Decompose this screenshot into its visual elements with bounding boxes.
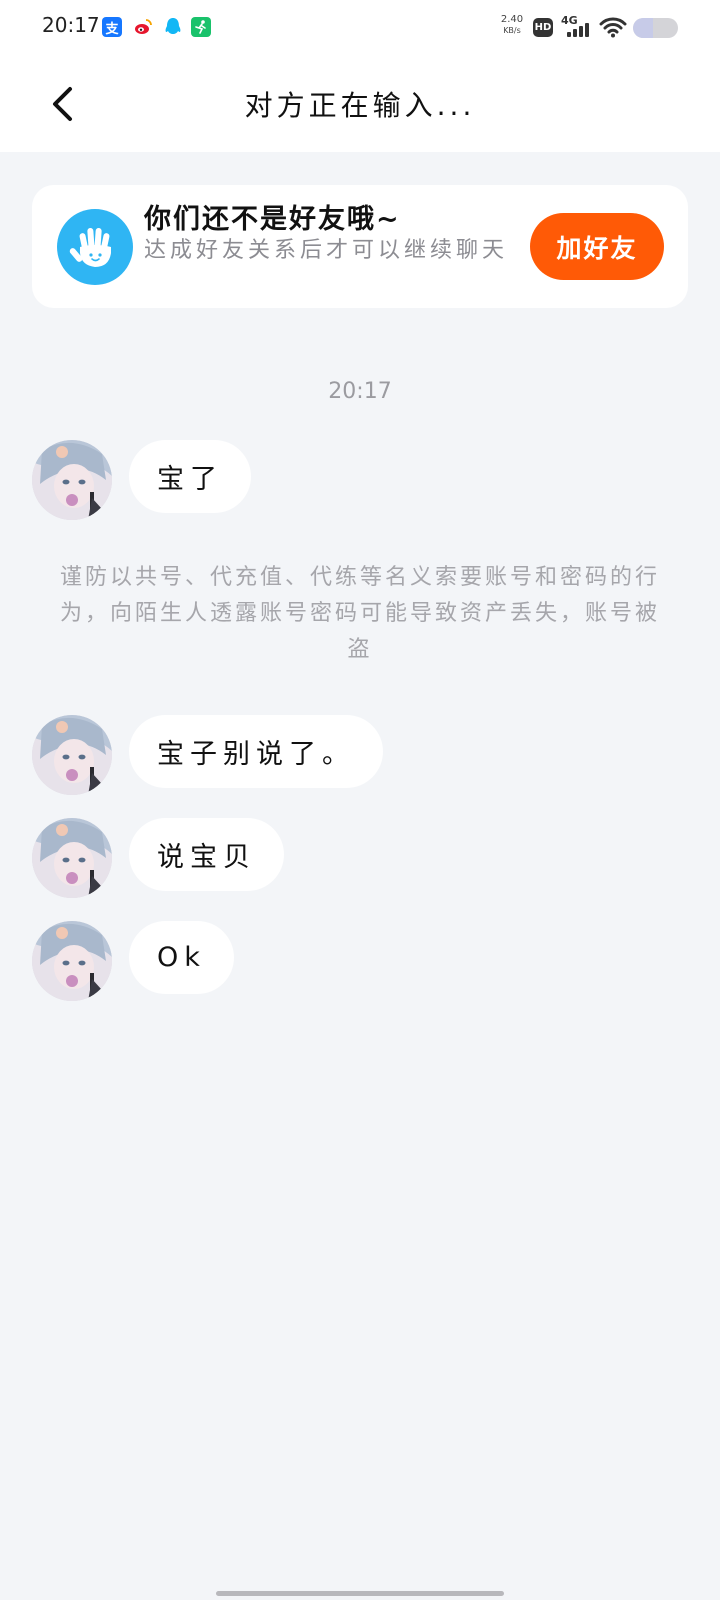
message-bubble[interactable]: 宝了 — [129, 440, 251, 513]
weibo-icon — [133, 17, 153, 37]
qq-icon — [163, 17, 183, 37]
avatar-image — [32, 715, 112, 795]
avatar-image — [32, 818, 112, 898]
network-speed: 2.40 KB/s — [500, 14, 524, 36]
message-bubble[interactable]: 宝子别说了。 — [129, 715, 383, 788]
battery-level — [633, 18, 654, 38]
network-speed-value: 2.40 — [500, 14, 524, 25]
sport-icon — [191, 17, 211, 37]
avatar-image — [32, 921, 112, 1001]
add-friend-button[interactable]: 加好友 — [530, 213, 664, 280]
security-warning: 谨防以共号、代充值、代练等名义索要账号和密码的行为，向陌生人透露账号密码可能导致… — [59, 565, 660, 662]
avatar-image — [32, 440, 112, 520]
home-indicator[interactable] — [216, 1591, 504, 1596]
page-title: 对方正在输入... — [244, 89, 476, 122]
chat-header: 对方正在输入... — [0, 56, 720, 152]
hand-wave-icon — [57, 209, 133, 285]
hd-badge: HD — [533, 18, 553, 37]
contact-avatar[interactable] — [32, 440, 112, 520]
contact-avatar[interactable] — [32, 715, 112, 795]
status-time: 20:17 — [42, 13, 100, 37]
contact-avatar[interactable] — [32, 921, 112, 1001]
alipay-icon: 支 — [102, 17, 122, 37]
card-title: 你们还不是好友哦~ — [144, 204, 401, 235]
card-subtitle: 达成好友关系后才可以继续聊天 — [144, 238, 509, 263]
cellular-signal-icon: 4G — [561, 14, 591, 38]
not-friends-card: 你们还不是好友哦~ 达成好友关系后才可以继续聊天 加好友 — [32, 185, 688, 308]
message-bubble[interactable]: 说宝贝 — [129, 818, 284, 891]
message-bubble[interactable]: Ok — [129, 921, 234, 994]
status-bar: 20:17 支 2.40 KB/s HD 4G — [0, 0, 720, 56]
network-speed-unit: KB/s — [503, 26, 521, 35]
battery-icon — [633, 18, 678, 38]
wifi-icon — [599, 16, 627, 42]
contact-avatar[interactable] — [32, 818, 112, 898]
message-timestamp: 20:17 — [328, 379, 392, 404]
